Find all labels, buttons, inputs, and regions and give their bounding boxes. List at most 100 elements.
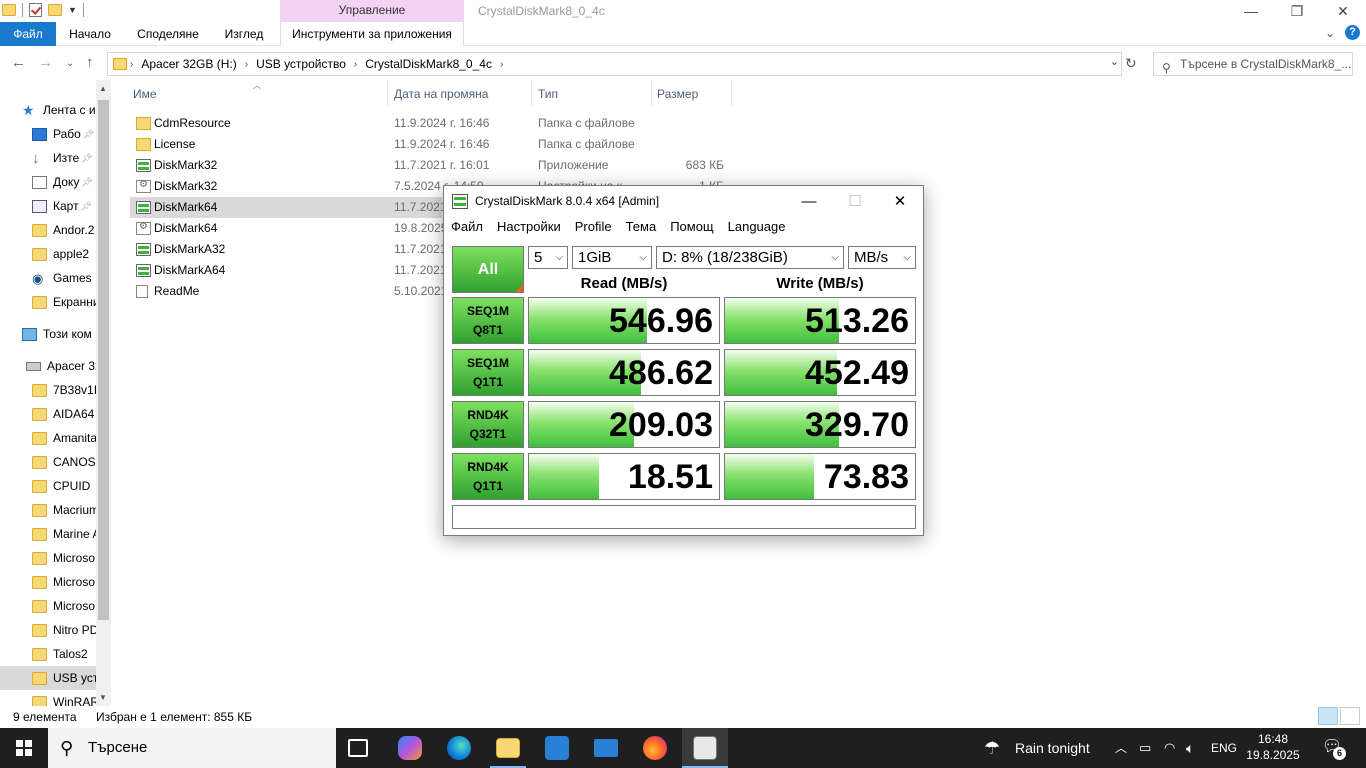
back-arrow-icon[interactable]: ← <box>11 54 26 71</box>
nav-item[interactable]: USB уст <box>0 666 96 690</box>
nav-item[interactable]: Andor.2 <box>0 218 96 242</box>
test-count-select[interactable]: 5 ⌵ <box>528 246 568 269</box>
volume-icon[interactable]: 🔈︎ <box>1186 728 1194 768</box>
cdm-maximize-button[interactable]: ☐ <box>832 186 878 216</box>
column-divider[interactable] <box>387 82 388 106</box>
menu-language[interactable]: Language <box>721 216 793 238</box>
column-header-size[interactable]: Размер <box>657 80 698 108</box>
all-tests-button[interactable]: All <box>452 246 524 293</box>
details-view-icon[interactable] <box>1318 707 1338 725</box>
search-input[interactable]: ⚲ Търсене в CrystalDiskMark8_... <box>1153 52 1353 76</box>
address-dropdown-icon[interactable]: ⌄ <box>1110 55 1119 68</box>
scrollbar-thumb[interactable] <box>98 100 109 620</box>
firefox-icon[interactable] <box>643 736 667 760</box>
taskbar-crystaldiskmark-button[interactable] <box>682 728 728 768</box>
nav-item[interactable]: Amanita <box>0 426 96 450</box>
nav-item[interactable]: Apacer 32 <box>0 354 96 378</box>
show-hidden-icons-icon[interactable]: ︿ <box>1115 728 1127 768</box>
file-row[interactable]: License 11.9.2024 г. 16:46 Папка с файлове <box>130 134 736 155</box>
nav-item[interactable]: Marine A <box>0 522 96 546</box>
column-header-type[interactable]: Тип <box>538 80 558 108</box>
address-bar[interactable]: › Apacer 32GB (H:) › USB устройство › Cr… <box>107 52 1122 76</box>
recent-locations-icon[interactable]: ⌄ <box>66 58 74 69</box>
notification-center-icon[interactable]: 💬︎ 6 <box>1320 736 1346 760</box>
nav-item[interactable]: Microso <box>0 594 96 618</box>
breadcrumb-drive[interactable]: Apacer 32GB (H:) <box>141 57 236 71</box>
test-run-button[interactable]: RND4K Q32T1 <box>452 401 524 448</box>
nav-item[interactable]: Talos2 <box>0 642 96 666</box>
chevron-down-icon[interactable]: ⌄ <box>1325 26 1335 40</box>
nav-item[interactable]: ★ Лента с и <box>0 98 96 122</box>
customize-toolbar-icon[interactable]: ▼ <box>68 5 77 15</box>
close-button[interactable]: ✕ <box>1320 0 1366 22</box>
chevron-right-icon[interactable]: › <box>130 59 133 70</box>
test-run-button[interactable]: SEQ1M Q8T1 <box>452 297 524 344</box>
up-arrow-icon[interactable]: ↑ <box>86 54 94 71</box>
start-button[interactable] <box>0 728 48 768</box>
nav-item[interactable]: Рабо 📌︎ <box>0 122 96 146</box>
properties-icon[interactable] <box>29 3 42 17</box>
scroll-down-icon[interactable]: ▼ <box>99 693 107 702</box>
nav-item[interactable]: WinRAR <box>0 690 96 706</box>
nav-item[interactable]: ↓ Изте 📌︎ <box>0 146 96 170</box>
menu-settings[interactable]: Настройки <box>490 216 568 238</box>
column-header-name[interactable]: Име <box>133 80 157 108</box>
tab-share[interactable]: Споделяне <box>128 22 208 46</box>
nav-item[interactable]: Microso <box>0 570 96 594</box>
nav-item[interactable]: Microso <box>0 546 96 570</box>
tab-file[interactable]: Файл <box>0 22 56 46</box>
battery-icon[interactable]: ▭ <box>1139 728 1151 768</box>
mail-icon[interactable] <box>594 739 618 757</box>
nav-item[interactable]: Macrium <box>0 498 96 522</box>
test-run-button[interactable]: SEQ1M Q1T1 <box>452 349 524 396</box>
cdm-close-button[interactable]: ✕ <box>877 186 923 216</box>
nav-item[interactable]: Nitro PD <box>0 618 96 642</box>
restore-button[interactable]: ❐ <box>1274 0 1320 22</box>
cdm-titlebar[interactable]: CrystalDiskMark 8.0.4 x64 [Admin] — ☐ ✕ <box>444 186 923 216</box>
help-icon[interactable]: ? <box>1345 25 1360 40</box>
chevron-right-icon[interactable]: › <box>245 59 248 70</box>
column-divider[interactable] <box>531 82 532 106</box>
test-run-button[interactable]: RND4K Q1T1 <box>452 453 524 500</box>
nav-item[interactable]: Карт 📌︎ <box>0 194 96 218</box>
nav-item[interactable]: CANOS( <box>0 450 96 474</box>
file-explorer-icon[interactable] <box>496 738 520 758</box>
column-divider[interactable] <box>651 82 652 106</box>
scroll-up-icon[interactable]: ▲ <box>99 84 107 93</box>
wifi-icon[interactable]: ◠ <box>1164 728 1175 768</box>
chevron-right-icon[interactable]: › <box>500 59 503 70</box>
language-indicator[interactable]: ENG <box>1211 728 1237 768</box>
large-icons-view-icon[interactable] <box>1340 707 1360 725</box>
nav-item[interactable]: apple2 <box>0 242 96 266</box>
breadcrumb-usb[interactable]: USB устройство <box>256 57 346 71</box>
weather-icon[interactable]: ☂ <box>984 728 1000 768</box>
nav-item[interactable]: Този ком <box>0 322 96 346</box>
microsoft-store-icon[interactable] <box>545 736 569 760</box>
tab-app-tools[interactable]: Инструменти за приложения <box>280 22 464 46</box>
comment-input[interactable] <box>452 505 916 529</box>
minimize-button[interactable]: — <box>1228 0 1274 22</box>
clock[interactable]: 16:48 19.8.2025 г. <box>1243 731 1303 768</box>
forward-arrow-icon[interactable]: → <box>38 54 53 71</box>
task-view-icon[interactable] <box>348 739 368 757</box>
menu-profile[interactable]: Profile <box>568 216 619 238</box>
file-row[interactable]: DiskMark32 11.7.2021 г. 16:01 Приложение 68… <box>130 155 736 176</box>
menu-theme[interactable]: Тема <box>619 216 664 238</box>
chevron-right-icon[interactable]: › <box>354 59 357 70</box>
tab-home[interactable]: Начало <box>56 22 124 46</box>
folder-icon[interactable] <box>2 4 16 16</box>
menu-help[interactable]: Помощ <box>663 216 720 238</box>
new-folder-icon[interactable] <box>48 4 62 16</box>
edge-browser-icon[interactable] <box>447 736 471 760</box>
file-row[interactable]: CdmResource 11.9.2024 г. 16:46 Папка с фай… <box>130 113 736 134</box>
nav-item[interactable]: Екранни <box>0 290 96 314</box>
taskbar-search-input[interactable]: ⚲ Търсене <box>48 728 336 768</box>
cdm-minimize-button[interactable]: — <box>786 186 832 216</box>
column-header-date[interactable]: Дата на промяна <box>394 80 488 108</box>
refresh-icon[interactable]: ↻ <box>1125 55 1137 72</box>
file-row[interactable]: DiskMark64 11.7.2021 <box>130 197 447 218</box>
unit-select[interactable]: MB/s ⌵ <box>848 246 916 269</box>
tab-view[interactable]: Изглед <box>212 22 276 46</box>
breadcrumb-folder[interactable]: CrystalDiskMark8_0_4c <box>365 57 492 71</box>
menu-file[interactable]: Файл <box>444 216 490 238</box>
